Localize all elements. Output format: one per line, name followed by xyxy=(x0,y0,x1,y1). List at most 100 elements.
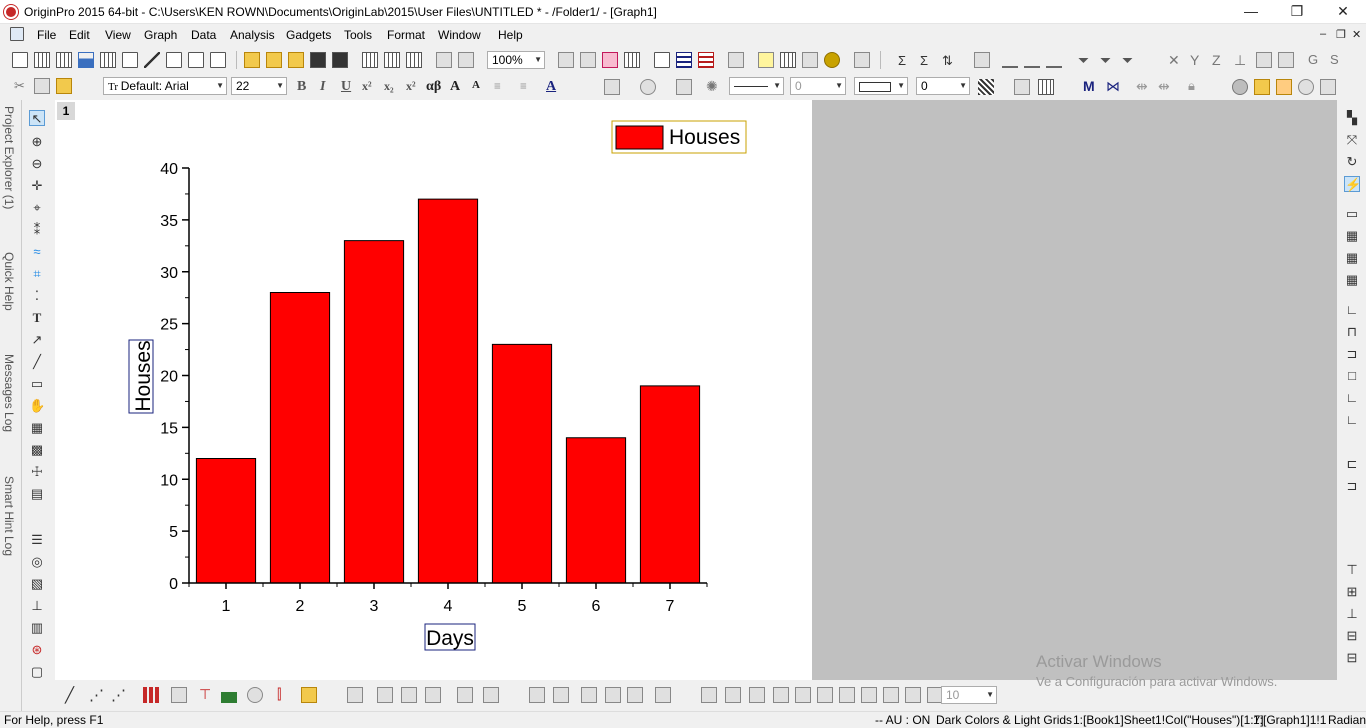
3d-perspective-icon[interactable] xyxy=(581,687,597,703)
3d-rotate-icon[interactable] xyxy=(529,687,545,703)
align-center-icon[interactable]: ⊞ xyxy=(1344,584,1360,600)
hi-lo-icon[interactable]: ⫿ xyxy=(277,686,281,703)
object-icon[interactable] xyxy=(1232,79,1248,95)
new-layout-icon[interactable] xyxy=(144,52,160,68)
new-script-icon[interactable] xyxy=(188,52,204,68)
new-project-icon[interactable] xyxy=(12,52,28,68)
bold-icon[interactable]: B xyxy=(297,79,306,95)
fill-value-dropdown[interactable]: 0 ▼ xyxy=(916,77,970,95)
3d-reset-icon[interactable] xyxy=(605,687,621,703)
menu-edit[interactable]: Edit xyxy=(69,28,90,42)
new-workbook-icon[interactable] xyxy=(34,52,50,68)
line-color-icon[interactable] xyxy=(676,79,692,95)
bar-day-4[interactable] xyxy=(417,198,479,584)
sum-column-icon[interactable]: Σ xyxy=(920,53,928,68)
equation-icon[interactable]: ▧ xyxy=(29,576,45,592)
same-width-icon[interactable]: ⊟ xyxy=(1344,628,1360,644)
polar-icon[interactable] xyxy=(247,687,263,703)
3d-extend-icon[interactable] xyxy=(773,687,789,703)
merge-graphs-icon[interactable]: ▦ xyxy=(1344,228,1360,244)
save-project-icon[interactable] xyxy=(310,52,326,68)
line-tool-icon[interactable]: ╱ xyxy=(29,354,45,370)
paste-icon[interactable] xyxy=(56,78,72,94)
3d-light-icon[interactable] xyxy=(655,687,671,703)
add-frame-icon[interactable]: □ xyxy=(1344,368,1360,384)
zoom-magnify-icon[interactable]: ⊛ xyxy=(29,642,45,658)
3d-shift-icon[interactable] xyxy=(701,687,717,703)
mdi-restore-icon[interactable]: ❐ xyxy=(1336,28,1346,41)
import-ascii-icon[interactable] xyxy=(384,52,400,68)
bar-day-6[interactable] xyxy=(565,437,627,584)
font-dropdown[interactable]: Tr Default: Arial ▼ xyxy=(103,77,227,95)
zoom-in-icon[interactable]: ⊕ xyxy=(29,134,45,150)
import-wizard-icon[interactable] xyxy=(362,52,378,68)
sheet-icon[interactable]: ▥ xyxy=(29,620,45,636)
3d-front-icon[interactable] xyxy=(817,687,833,703)
superscript-icon[interactable]: x² xyxy=(362,79,372,94)
menu-format[interactable]: Format xyxy=(387,28,425,42)
new-matrix-icon[interactable] xyxy=(100,52,116,68)
column-stack-icon[interactable] xyxy=(1024,52,1040,68)
mdi-minimize-icon[interactable]: – xyxy=(1320,28,1326,40)
3d-fit-frame-icon[interactable] xyxy=(883,687,899,703)
menu-window[interactable]: Window xyxy=(438,28,481,42)
template-library-icon[interactable] xyxy=(301,687,317,703)
hand-tool-icon[interactable]: ✋ xyxy=(29,398,45,414)
apps-icon[interactable] xyxy=(802,52,818,68)
contour-icon[interactable] xyxy=(171,687,187,703)
insert-image-icon[interactable]: ▩ xyxy=(29,442,45,458)
extract-layers-icon[interactable]: ▦ xyxy=(1344,272,1360,288)
menu-file[interactable]: File xyxy=(37,28,56,42)
set-values-icon[interactable] xyxy=(974,52,990,68)
layer-tool-icon[interactable]: ▚ xyxy=(1344,110,1360,126)
table-icon[interactable] xyxy=(1038,79,1054,95)
3d-fit-icon[interactable] xyxy=(627,687,643,703)
border-icon[interactable] xyxy=(1014,79,1030,95)
settings-gear-icon[interactable] xyxy=(824,52,840,68)
y-axis-title-group[interactable]: Houses xyxy=(128,339,155,414)
align-left-icon[interactable]: ⊏ xyxy=(1344,456,1360,472)
align-right-icon[interactable]: ⊐ xyxy=(1344,478,1360,494)
copy-page-icon[interactable] xyxy=(602,52,618,68)
data-cursor-icon[interactable]: ⁑ xyxy=(29,222,45,238)
add-layer-icon[interactable] xyxy=(854,52,870,68)
mask-points-icon[interactable]: ⁚ xyxy=(29,288,45,304)
3d-wire-icon[interactable] xyxy=(425,687,441,703)
underline-icon[interactable]: U xyxy=(341,79,351,95)
3d-bar-icon[interactable] xyxy=(347,687,363,703)
bar-day-7[interactable] xyxy=(639,385,701,584)
new-function-icon[interactable] xyxy=(122,52,138,68)
3d-enlarge-icon[interactable] xyxy=(725,687,741,703)
copy-format-icon[interactable]: ▢ xyxy=(29,664,45,680)
3d-reduce-icon[interactable] xyxy=(795,687,811,703)
underline-style-icon[interactable]: ≡ xyxy=(520,79,527,94)
screen-reader-icon[interactable]: ✛ xyxy=(29,178,45,194)
pointer-icon[interactable]: ↖ xyxy=(29,110,45,126)
graph-window-icon[interactable] xyxy=(10,27,24,41)
box-chart-icon[interactable] xyxy=(1046,52,1062,68)
new-excel-icon[interactable] xyxy=(56,52,72,68)
zoom-out-icon[interactable]: ⊖ xyxy=(29,156,45,172)
bar-day-5[interactable] xyxy=(491,343,553,584)
menu-help[interactable]: Help xyxy=(498,28,523,42)
tree-icon[interactable] xyxy=(728,52,744,68)
refresh-graph-icon[interactable]: ↻ xyxy=(1344,154,1360,170)
object-back-icon[interactable] xyxy=(1276,79,1292,95)
data-selector-icon[interactable]: ≈ xyxy=(29,244,45,260)
merge-icon[interactable]: M xyxy=(1083,78,1095,94)
print-icon[interactable] xyxy=(558,52,574,68)
column-plot-icon[interactable] xyxy=(1002,52,1018,68)
batch-plot-icon[interactable] xyxy=(458,52,474,68)
menu-tools[interactable]: Tools xyxy=(344,28,372,42)
lock-icon[interactable]: 🔒︎ xyxy=(1188,78,1195,94)
greek-icon[interactable]: αβ xyxy=(426,79,441,95)
refresh-icon[interactable] xyxy=(624,52,640,68)
subscript-icon[interactable]: x₂ xyxy=(384,79,394,94)
data-reader-icon[interactable]: ⌖ xyxy=(29,200,45,216)
stat-chart-icon[interactable]: ⊤ xyxy=(199,686,211,703)
minimize-button[interactable]: — xyxy=(1228,0,1274,24)
rotation-angle-dropdown[interactable]: 10 ▼ xyxy=(941,686,997,704)
3d-ribbon-icon[interactable] xyxy=(483,687,499,703)
close-button[interactable]: ✕ xyxy=(1320,0,1366,24)
bar-day-1[interactable] xyxy=(195,458,257,584)
